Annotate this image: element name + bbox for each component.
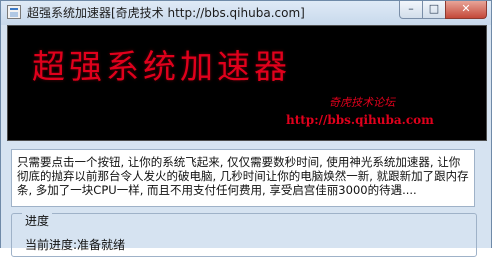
description-text: 只需要点击一个按钮, 让你的系统飞起来, 仅仅需要数秒时间, 使用神光系统加速器… <box>11 149 475 207</box>
app-window: 超强系统加速器[奇虎技术 http://bbs.qihuba.com] – □ … <box>0 0 492 257</box>
progress-status: 当前进度:准备就绪 <box>25 238 126 252</box>
banner-image: 超强系统加速器 奇虎技术论坛 http://bbs.qihuba.com <box>7 25 487 141</box>
banner-title: 超强系统加速器 <box>32 47 291 86</box>
maximize-button[interactable]: □ <box>422 1 446 19</box>
progress-legend: 进度 <box>22 212 53 229</box>
title-bar[interactable]: 超强系统加速器[奇虎技术 http://bbs.qihuba.com] – □ … <box>1 1 491 25</box>
banner-url: http://bbs.qihuba.com <box>286 113 434 127</box>
app-icon <box>7 5 21 19</box>
minimize-button[interactable]: – <box>399 1 423 19</box>
window-title: 超强系统加速器[奇虎技术 http://bbs.qihuba.com] <box>27 6 305 20</box>
close-button[interactable]: ✕ <box>445 1 487 19</box>
banner-subtitle: 奇虎技术论坛 <box>329 96 395 109</box>
